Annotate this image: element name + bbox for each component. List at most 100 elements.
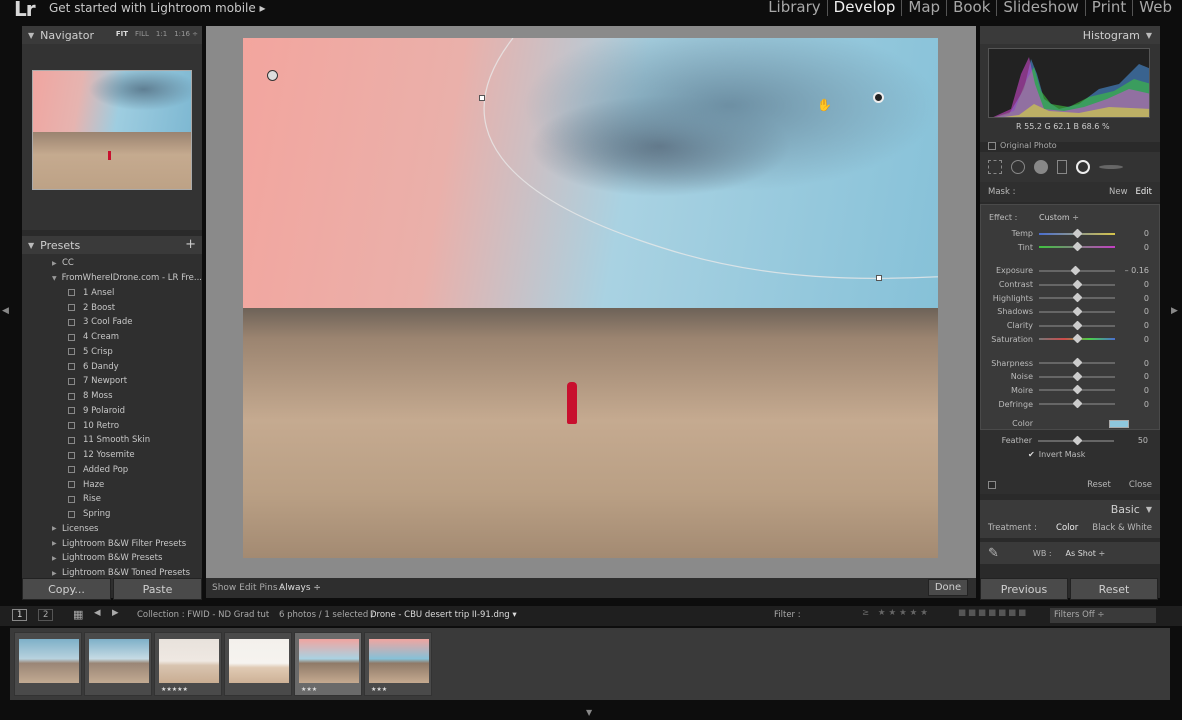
slider-track[interactable] <box>1039 384 1115 395</box>
zoom-1-1[interactable]: 1:1 <box>156 30 167 38</box>
slider-track[interactable] <box>1039 320 1115 331</box>
preset-item[interactable]: Haze <box>22 477 202 492</box>
collection-label[interactable]: Collection : FWID - ND Grad tut <box>137 610 269 620</box>
navigator-header[interactable]: ▼ Navigator FIT FILL 1:1 1:16 ÷ <box>22 26 202 44</box>
graduated-filter-icon[interactable] <box>1057 160 1067 174</box>
slider-value[interactable]: 0 <box>1115 372 1149 381</box>
slider-track[interactable] <box>1039 333 1115 344</box>
slider-value[interactable]: 0 <box>1115 280 1149 289</box>
preset-item[interactable]: 4 Cream <box>22 330 202 345</box>
preset-item[interactable]: Added Pop <box>22 463 202 478</box>
preset-item[interactable]: 3 Cool Fade <box>22 315 202 330</box>
treatment-color[interactable]: Color <box>1056 523 1078 533</box>
folder-triangle-icon[interactable]: ▶ <box>52 570 62 577</box>
slider-track[interactable] <box>1039 279 1115 290</box>
brush-slider-icon[interactable] <box>1099 165 1123 169</box>
histogram-header[interactable]: Histogram ▼ <box>980 26 1160 44</box>
preset-item[interactable]: 8 Moss <box>22 389 202 404</box>
filter-handle[interactable] <box>876 275 882 281</box>
module-library[interactable]: Library <box>762 0 826 16</box>
eyedropper-icon[interactable]: ✎ <box>988 546 999 561</box>
slider-knob[interactable] <box>1071 265 1081 276</box>
paste-button[interactable]: Paste <box>113 578 202 600</box>
preset-item[interactable]: 5 Crisp <box>22 345 202 360</box>
slider-value[interactable]: 0 <box>1115 229 1149 238</box>
invert-mask-checkbox[interactable]: ✔ <box>1028 450 1035 459</box>
radial-filter-icon[interactable] <box>1076 160 1090 174</box>
filter-handle[interactable] <box>479 95 485 101</box>
zoom-fill[interactable]: FILL <box>135 30 149 38</box>
red-eye-icon[interactable] <box>1034 160 1048 174</box>
module-develop[interactable]: Develop <box>826 0 902 16</box>
window-1-button[interactable]: 1 <box>12 609 28 621</box>
slider-value[interactable]: 0 <box>1115 359 1149 368</box>
copy-button[interactable]: Copy... <box>22 578 111 600</box>
module-web[interactable]: Web <box>1132 0 1178 16</box>
slider-track[interactable] <box>1039 398 1115 409</box>
slider-track[interactable] <box>1039 357 1115 368</box>
slider-track[interactable] <box>1039 265 1115 276</box>
mask-edit-button[interactable]: Edit <box>1136 187 1152 197</box>
wb-select[interactable]: As Shot ÷ <box>1066 549 1106 558</box>
slider-knob[interactable] <box>1072 279 1083 290</box>
preset-item[interactable]: 11 Smooth Skin <box>22 433 202 448</box>
module-slideshow[interactable]: Slideshow <box>996 0 1084 16</box>
collapse-filmstrip-icon[interactable]: ▼ <box>586 708 592 717</box>
preset-item[interactable]: 12 Yosemite <box>22 448 202 463</box>
basic-header[interactable]: Basic ▼ <box>980 500 1160 518</box>
zoom-custom[interactable]: 1:16 ÷ <box>174 30 198 38</box>
slider-track[interactable] <box>1039 306 1115 317</box>
folder-triangle-icon[interactable]: ▶ <box>52 540 62 547</box>
slider-knob[interactable] <box>1072 371 1083 382</box>
edit-pin[interactable] <box>267 70 278 81</box>
presets-header[interactable]: ▼ Presets + <box>22 236 202 254</box>
slider-value[interactable]: 0 <box>1115 321 1149 330</box>
slider-knob[interactable] <box>1072 398 1083 409</box>
original-photo-toggle[interactable]: Original Photo <box>988 141 1057 150</box>
filters-off-select[interactable]: Filters Off ÷ <box>1050 608 1156 623</box>
slider-knob[interactable] <box>1072 333 1083 344</box>
module-print[interactable]: Print <box>1084 0 1133 16</box>
folder-triangle-icon[interactable]: ▶ <box>52 555 62 562</box>
folder-triangle-icon[interactable]: ▶ <box>52 525 62 532</box>
slider-value[interactable]: 0 <box>1115 307 1149 316</box>
folder-triangle-icon[interactable]: ▶ <box>52 260 62 267</box>
preset-item[interactable]: 2 Boost <box>22 300 202 315</box>
treatment-bw[interactable]: Black & White <box>1092 523 1152 533</box>
histogram-graph[interactable] <box>988 48 1150 118</box>
mask-close-button[interactable]: Close <box>1129 480 1152 490</box>
slider-value[interactable]: 0 <box>1115 294 1149 303</box>
slider-track[interactable] <box>1039 371 1115 382</box>
slider-value[interactable]: 0 <box>1115 386 1149 395</box>
window-2-button[interactable]: 2 <box>38 609 54 621</box>
preset-item[interactable]: 1 Ansel <box>22 286 202 301</box>
filename[interactable]: Drone - CBU desert trip II-91.dng ▾ <box>370 610 517 620</box>
add-preset-icon[interactable]: + <box>185 237 196 252</box>
preset-folder[interactable]: ▶ Licenses <box>22 522 202 537</box>
preset-folder[interactable]: ▶ CC <box>22 256 202 271</box>
slider-track[interactable] <box>1039 241 1115 252</box>
spot-removal-icon[interactable] <box>1011 160 1025 174</box>
filmstrip-thumbnail[interactable]: ★★★ <box>294 632 362 696</box>
photo-canvas[interactable]: ✋ <box>206 26 976 598</box>
slider-knob[interactable] <box>1072 384 1083 395</box>
preset-item[interactable]: 7 Newport <box>22 374 202 389</box>
module-book[interactable]: Book <box>946 0 996 16</box>
done-button[interactable]: Done <box>928 579 968 596</box>
preset-item[interactable]: 6 Dandy <box>22 359 202 374</box>
star-filter-icons[interactable]: ≥ ★★★★★ <box>862 608 931 618</box>
radial-filter-overlay[interactable] <box>243 38 938 558</box>
slider-track[interactable] <box>1039 228 1115 238</box>
show-edit-pins-select[interactable]: Always ÷ <box>279 583 321 593</box>
preset-folder[interactable]: ▶ Lightroom B&W Filter Presets <box>22 536 202 551</box>
crop-tool-icon[interactable] <box>988 160 1002 174</box>
original-photo-checkbox[interactable] <box>988 141 996 150</box>
slider-knob[interactable] <box>1072 292 1083 303</box>
slider-value[interactable]: 0 <box>1115 400 1149 409</box>
feather-slider[interactable] <box>1038 435 1114 446</box>
mask-new-button[interactable]: New <box>1109 187 1128 197</box>
mask-reset-button[interactable]: Reset <box>1087 480 1111 490</box>
collapse-left-panel-icon[interactable]: ◀ <box>2 306 9 316</box>
preset-item[interactable]: 9 Polaroid <box>22 404 202 419</box>
reset-button[interactable]: Reset <box>1070 578 1158 600</box>
